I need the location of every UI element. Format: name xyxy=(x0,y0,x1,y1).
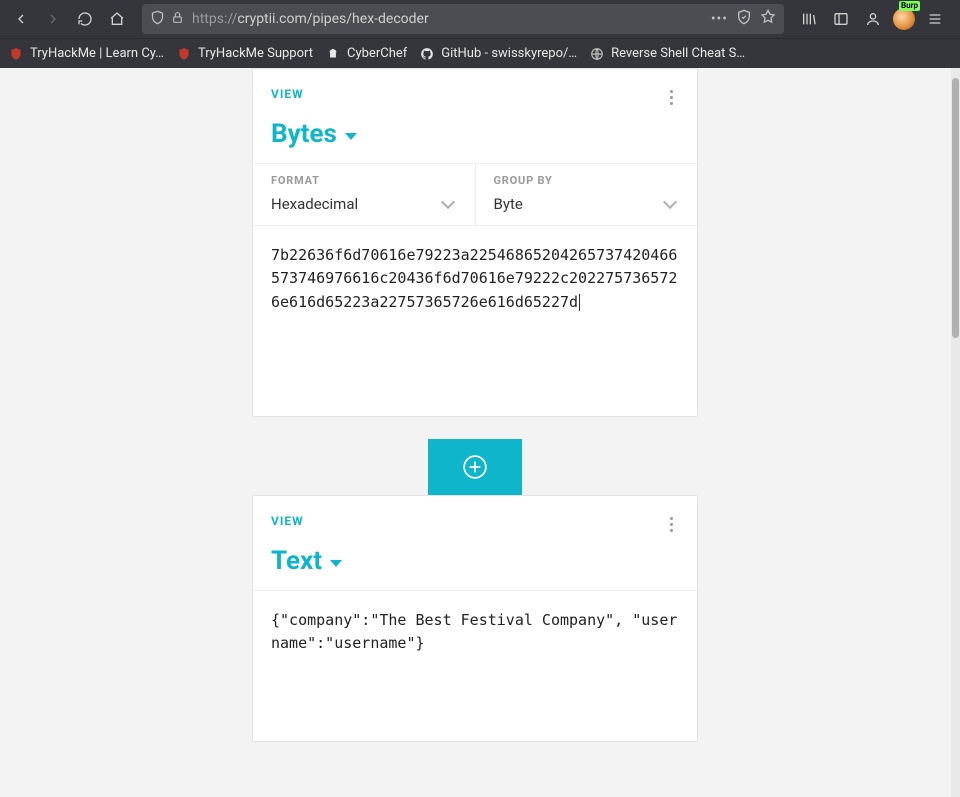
card-type-selector[interactable]: Bytes xyxy=(271,119,679,149)
bookmark-item[interactable]: TryHackMe | Learn Cy… xyxy=(8,46,164,62)
url-text: https://cryptii.com/pipes/hex-decoder xyxy=(192,11,703,27)
globe-icon xyxy=(589,46,605,62)
sidebar-button[interactable] xyxy=(826,4,856,34)
options-row: FORMAT Hexadecimal GROUP BY Byte xyxy=(253,163,697,226)
shield-icon xyxy=(176,46,192,62)
bookmark-item[interactable]: GitHub - swisskyrepo/… xyxy=(419,46,577,62)
add-block-button[interactable] xyxy=(428,439,522,495)
bookmark-star-icon[interactable] xyxy=(760,9,776,29)
shield-icon xyxy=(150,10,165,29)
app-menu-button[interactable] xyxy=(920,4,950,34)
url-bar[interactable]: https://cryptii.com/pipes/hex-decoder ••… xyxy=(142,4,784,34)
format-select[interactable]: Hexadecimal xyxy=(271,195,457,213)
caret-down-icon xyxy=(330,560,342,567)
format-option: FORMAT Hexadecimal xyxy=(253,164,475,225)
caret-down-icon xyxy=(345,133,357,140)
card-title: Text xyxy=(271,546,322,576)
burp-extension-button[interactable]: Burp xyxy=(890,5,918,33)
vertical-scrollbar[interactable] xyxy=(951,68,960,797)
browser-chrome: https://cryptii.com/pipes/hex-decoder ••… xyxy=(0,0,960,68)
card-type-selector[interactable]: Text xyxy=(271,546,679,576)
bookmark-item[interactable]: Reverse Shell Cheat S… xyxy=(589,46,745,62)
text-card: VIEW Text {"company":"The Best Festival … xyxy=(252,495,698,742)
ellipsis-icon[interactable]: ••• xyxy=(711,11,728,27)
browser-toolbar: https://cryptii.com/pipes/hex-decoder ••… xyxy=(0,0,960,38)
reload-button[interactable] xyxy=(70,4,100,34)
card-title: Bytes xyxy=(271,119,337,149)
card-menu-button[interactable] xyxy=(659,512,683,536)
library-button[interactable] xyxy=(794,4,824,34)
text-textarea[interactable]: {"company":"The Best Festival Company", … xyxy=(253,591,697,741)
view-label: VIEW xyxy=(271,87,679,101)
chef-icon xyxy=(325,46,341,62)
shield-icon xyxy=(8,46,24,62)
bookmarks-bar: TryHackMe | Learn Cy… TryHackMe Support … xyxy=(0,38,960,68)
bytes-card: VIEW Bytes FORMAT Hexadecimal GROUP BY xyxy=(252,68,698,417)
home-button[interactable] xyxy=(102,4,132,34)
reader-view-icon[interactable] xyxy=(736,9,752,29)
groupby-select[interactable]: Byte xyxy=(494,195,680,213)
chevron-down-icon xyxy=(663,195,677,209)
view-label: VIEW xyxy=(271,514,679,528)
bytes-textarea[interactable]: 7b22636f6d70616e79223a225468652042657374… xyxy=(253,226,697,416)
scrollbar-thumb[interactable] xyxy=(952,78,959,338)
card-menu-button[interactable] xyxy=(659,85,683,109)
github-icon xyxy=(419,46,435,62)
page-viewport: VIEW Bytes FORMAT Hexadecimal GROUP BY xyxy=(0,68,951,797)
account-button[interactable] xyxy=(858,4,888,34)
bookmark-item[interactable]: TryHackMe Support xyxy=(176,46,313,62)
chevron-down-icon xyxy=(440,195,454,209)
plus-circle-icon xyxy=(462,454,488,480)
nav-forward-button[interactable] xyxy=(38,4,68,34)
lock-icon xyxy=(171,11,184,28)
nav-back-button[interactable] xyxy=(6,4,36,34)
burp-icon xyxy=(893,8,915,30)
bookmark-item[interactable]: CyberChef xyxy=(325,46,407,62)
groupby-option: GROUP BY Byte xyxy=(475,164,698,225)
